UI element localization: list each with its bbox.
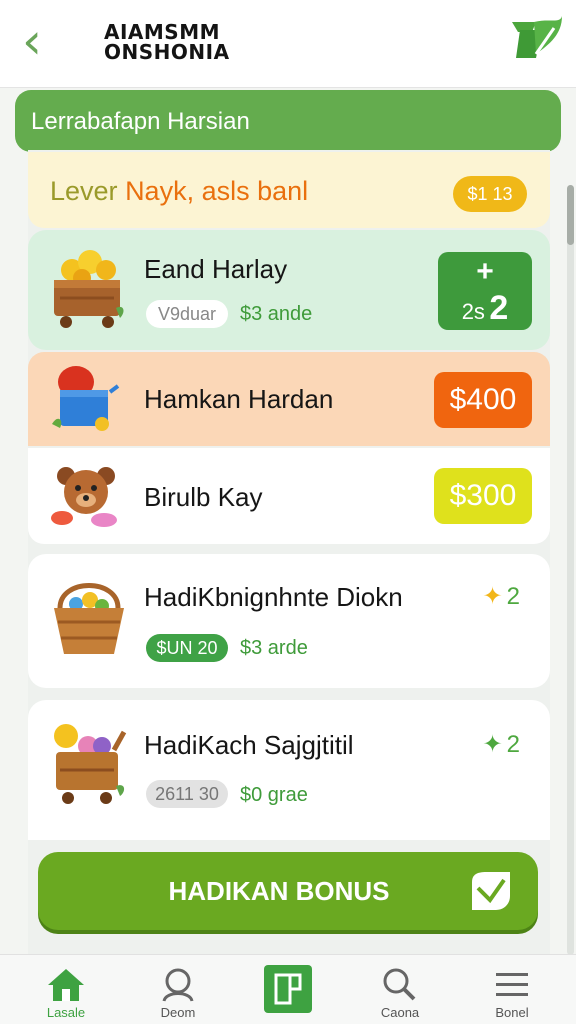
basket-icon (54, 583, 124, 654)
app-title: AIAMSMM ONSHONIA (104, 22, 304, 62)
brand-leaf-icon[interactable] (506, 14, 564, 62)
reward-badge[interactable]: ✦ 2 (483, 582, 520, 611)
nav-item-center[interactable] (238, 955, 338, 1024)
plus-icon: + (476, 255, 494, 288)
bottom-nav: Lasale Deom Caona Bonel (0, 954, 576, 1024)
nav-label: Caona (380, 1005, 420, 1020)
scrollbar-thumb[interactable] (567, 185, 574, 245)
item-tag: $UN 20 (146, 634, 228, 662)
item-title: HadiKbnignhnte Diokn (144, 582, 403, 612)
item-price: $0 grae (240, 784, 308, 806)
list-item[interactable]: HadiKbnignhnte Diokn $UN 20 $3 arde ✦ 2 (28, 554, 550, 688)
teddy-bear-icon (51, 467, 117, 527)
nav-label: Lasale (46, 1005, 86, 1020)
item-price: $3 arde (240, 637, 308, 659)
search-icon (383, 968, 416, 1001)
nav-item-search[interactable]: Caona (350, 955, 450, 1024)
nav-item-profile[interactable]: Deom (128, 955, 228, 1024)
item-title: HadiKach Sajgjtitil (144, 730, 354, 760)
claim-count-prefix: 2s (461, 299, 485, 324)
item-title: Birulb Kay (144, 482, 263, 512)
app-title-line-2: ONSHONIA (104, 40, 230, 64)
menu-icon (496, 973, 528, 996)
bonus-button-label: HADIKAN BONUS (168, 876, 390, 906)
item-tag: 2611 30 (146, 780, 228, 808)
nav-label: Deom (160, 1005, 196, 1020)
list-item[interactable]: HadiKach Sajgjtitil 2611 30 $0 grae ✦ 2 (28, 700, 550, 840)
reward-count: 2 (506, 583, 520, 610)
item-title: Eand Harlay (144, 254, 288, 284)
app-title-line-1: AIAMSMM (104, 20, 221, 44)
coin-cart-icon (54, 250, 124, 328)
bonus-button[interactable]: HADIKAN BONUS (38, 852, 538, 930)
nav-item-home[interactable]: Lasale (16, 955, 116, 1024)
top-bar: ‹ AIAMSMM ONSHONIA (0, 0, 576, 88)
tile-icon (264, 965, 312, 1013)
chevron-left-icon[interactable]: ‹ (22, 16, 62, 68)
level-badge[interactable]: $1 13 (453, 176, 527, 212)
star-icon: ✦ (482, 731, 503, 758)
item-title: Hamkan Hardan (144, 384, 334, 414)
reward-count: 2 (506, 731, 520, 758)
scrollbar-track[interactable] (567, 185, 574, 955)
claim-button[interactable]: + 2s 2 (438, 252, 532, 330)
banner-title: Lerrabafapn Harsian (31, 108, 250, 135)
level-label-value: Nayk, asls banl (125, 176, 309, 206)
home-icon (48, 969, 84, 1001)
level-card: Lever Nayk, asls banl $1 13 (28, 152, 550, 228)
price-button[interactable]: $300 (434, 468, 532, 524)
nav-item-menu[interactable]: Bonel (462, 955, 562, 1024)
list-item[interactable]: Eand Harlay V9duar $3 ande + 2s 2 (28, 230, 550, 350)
gift-cart-icon (54, 724, 127, 804)
list-item[interactable]: Birulb Kay $300 (28, 448, 550, 544)
user-icon (162, 968, 194, 1002)
item-tag: V9duar (146, 300, 228, 328)
item-price: $3 ande (240, 303, 313, 325)
level-label: Lever Nayk, asls banl (50, 176, 308, 207)
claim-count-value: 2 (489, 289, 509, 327)
bucket-icon (52, 366, 120, 431)
reward-badge[interactable]: ✦ 2 (483, 730, 520, 759)
price-button[interactable]: $400 (434, 372, 532, 428)
level-label-prefix: Lever (50, 176, 118, 206)
list-item[interactable]: Hamkan Hardan $400 (28, 352, 550, 446)
claim-count: 2s 2 (438, 288, 532, 335)
leaf-arrow-icon (472, 872, 510, 910)
star-icon: ✦ (482, 583, 503, 610)
section-banner: Lerrabafapn Harsian (15, 90, 561, 152)
nav-label: Bonel (495, 1005, 529, 1020)
